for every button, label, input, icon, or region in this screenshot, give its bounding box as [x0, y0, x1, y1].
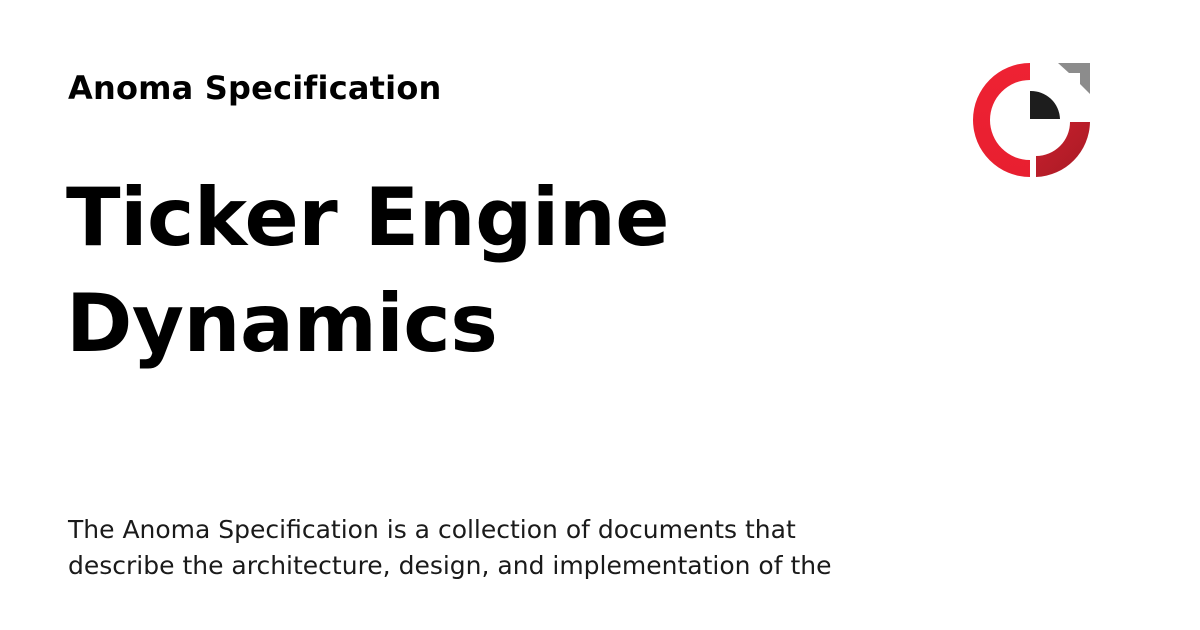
logo-grey-corner: [1058, 63, 1090, 94]
anoma-logo-icon: [973, 63, 1090, 177]
page-description: The Anoma Specification is a collection …: [68, 512, 888, 584]
logo-dark-red-arc: [1036, 122, 1090, 177]
logo-red-arc: [973, 63, 1030, 177]
page-title-line-2: Dynamics: [66, 277, 498, 370]
description-line-2: describe the architecture, design, and i…: [68, 551, 832, 580]
page-title: Ticker Engine Dynamics: [66, 165, 886, 377]
logo-black-quarter: [1030, 90, 1060, 119]
social-card: Anoma Specification Ticker Engine Dynami…: [0, 0, 1200, 630]
site-name: Anoma Specification: [68, 69, 442, 107]
description-line-1: The Anoma Specification is a collection …: [68, 515, 796, 544]
page-title-line-1: Ticker Engine: [66, 171, 670, 264]
